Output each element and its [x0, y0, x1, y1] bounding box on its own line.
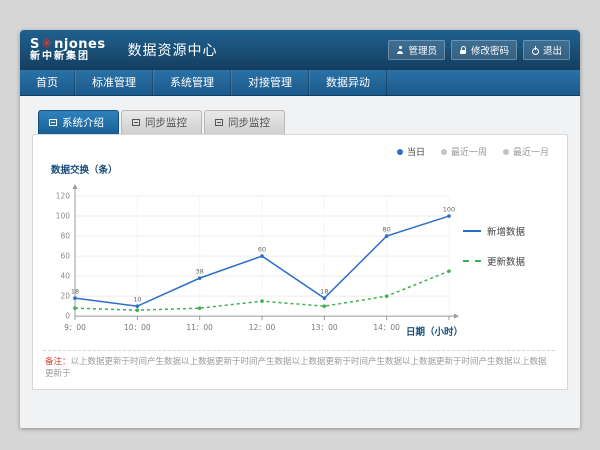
- svg-text:120: 120: [56, 192, 71, 201]
- nav-item-interface[interactable]: 对接管理: [231, 70, 309, 95]
- nav-item-system[interactable]: 系统管理: [153, 70, 231, 95]
- logout-button[interactable]: 退出: [523, 40, 570, 60]
- tab-sync-monitor-1[interactable]: 同步监控: [121, 110, 202, 134]
- svg-text:100: 100: [56, 212, 71, 221]
- nav-item-data-change[interactable]: 数据异动: [309, 70, 387, 95]
- svg-text:80: 80: [60, 232, 70, 241]
- svg-text:20: 20: [60, 292, 70, 301]
- footnote-label: 备注：: [45, 357, 71, 367]
- filter-today-label: 当日: [407, 145, 425, 158]
- main-nav: 首页 标准管理 系统管理 对接管理 数据异动: [20, 70, 580, 96]
- svg-text:40: 40: [60, 272, 70, 281]
- svg-text:18: 18: [320, 288, 328, 296]
- tab-sync-monitor-2-label: 同步监控: [228, 115, 270, 130]
- filter-last-month[interactable]: 最近一月: [503, 145, 549, 158]
- svg-text:12：00: 12：00: [249, 323, 276, 332]
- nav-item-standards[interactable]: 标准管理: [75, 70, 153, 95]
- admin-button[interactable]: 管理员: [388, 40, 445, 60]
- filter-last-month-label: 最近一月: [513, 145, 549, 158]
- svg-text:0: 0: [65, 312, 70, 321]
- filter-last-week[interactable]: 最近一周: [441, 145, 487, 158]
- content-area: 系统介绍 同步监控 同步监控 当日: [20, 96, 580, 427]
- svg-text:60: 60: [60, 252, 70, 261]
- power-icon: [531, 46, 539, 54]
- tab-sync-monitor-1-label: 同步监控: [145, 115, 187, 130]
- tab-sync-monitor-2[interactable]: 同步监控: [204, 110, 285, 134]
- monitor-icon: [215, 119, 223, 126]
- svg-text:9：00: 9：00: [64, 323, 86, 332]
- chart-row: 0 20 40 60 80 100 120 9：00 10：00 11：00 12：00 13：00 1…: [43, 178, 555, 348]
- nav-item-home[interactable]: 首页: [20, 70, 75, 95]
- svg-text:14：00: 14：00: [373, 323, 400, 332]
- user-icon: [396, 46, 404, 54]
- svg-text:10：00: 10：00: [124, 323, 151, 332]
- y-axis-title: 数据交换（条）: [43, 162, 555, 178]
- footnote-text: 以上数据更新于时间产生数据以上数据更新于时间产生数据以上数据更新于时间产生数据以…: [45, 357, 547, 379]
- filter-last-week-label: 最近一周: [451, 145, 487, 158]
- svg-text:38: 38: [196, 268, 204, 276]
- series-legend: 新增数据 更新数据: [463, 178, 555, 348]
- logo-subtitle: 新中新集团: [30, 52, 106, 63]
- change-password-button[interactable]: 修改密码: [451, 40, 517, 60]
- time-filter-group: 当日 最近一周 最近一月: [43, 143, 555, 162]
- app-window: S✳njones 新中新集团 数据资源中心 管理员 修改密码 退出: [20, 30, 580, 428]
- svg-text:11：00: 11：00: [186, 323, 213, 332]
- logo-wordmark: S✳njones: [30, 37, 106, 52]
- filter-today[interactable]: 当日: [397, 145, 425, 158]
- legend-new-data-label: 新增数据: [487, 224, 525, 238]
- tab-system-intro-label: 系统介绍: [62, 115, 104, 130]
- radio-dot-icon: [503, 149, 509, 155]
- admin-button-label: 管理员: [408, 43, 437, 57]
- desktop-background: S✳njones 新中新集团 数据资源中心 管理员 修改密码 退出: [0, 0, 600, 450]
- data-exchange-line-chart: 0 20 40 60 80 100 120 9：00 10：00 11：00 12：00 13：00 1…: [43, 178, 463, 348]
- solid-line-icon: [463, 230, 481, 232]
- svg-text:100: 100: [443, 206, 455, 214]
- svg-text:13：00: 13：00: [311, 323, 338, 332]
- monitor-icon: [132, 119, 140, 126]
- legend-updated-data-label: 更新数据: [487, 254, 525, 268]
- svg-text:80: 80: [383, 226, 391, 234]
- change-password-label: 修改密码: [471, 43, 509, 57]
- chart-panel: 当日 最近一周 最近一月 数据交换（条） 0 20 40 60 80 100 120 9：00…: [32, 134, 568, 390]
- logo-flower-icon: ✳: [40, 36, 54, 52]
- monitor-icon: [49, 119, 57, 126]
- radio-dot-icon: [441, 149, 447, 155]
- svg-text:10: 10: [133, 296, 141, 304]
- lock-icon: [459, 46, 467, 54]
- footnote: 备注：以上数据更新于时间产生数据以上数据更新于时间产生数据以上数据更新于时间产生…: [43, 350, 555, 383]
- chart-container: 0 20 40 60 80 100 120 9：00 10：00 11：00 12：00 13：00 1…: [43, 178, 463, 348]
- radio-dot-icon: [397, 149, 403, 155]
- svg-text:60: 60: [258, 246, 266, 254]
- header-actions: 管理员 修改密码 退出: [388, 40, 570, 60]
- dashed-line-icon: [463, 260, 481, 262]
- tab-system-intro[interactable]: 系统介绍: [38, 110, 119, 134]
- page-title: 数据资源中心: [128, 40, 218, 60]
- tab-bar: 系统介绍 同步监控 同步监控: [32, 110, 568, 134]
- app-header: S✳njones 新中新集团 数据资源中心 管理员 修改密码 退出: [20, 30, 580, 70]
- svg-text:18: 18: [71, 288, 79, 296]
- legend-item-new-data[interactable]: 新增数据: [463, 224, 555, 238]
- logout-label: 退出: [543, 43, 562, 57]
- x-axis-title: 日期（小时）: [406, 324, 463, 338]
- legend-item-updated-data[interactable]: 更新数据: [463, 254, 555, 268]
- brand-logo: S✳njones 新中新集团: [30, 37, 106, 62]
